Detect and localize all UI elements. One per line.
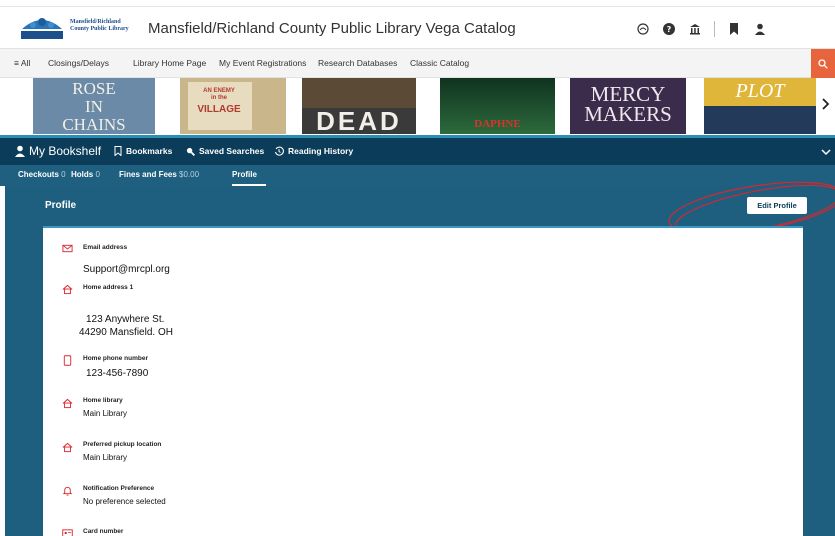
book-cover[interactable]: AN ENEMY in the VILLAGE (180, 78, 286, 134)
book-cover[interactable]: MERCY MAKERS (570, 78, 686, 134)
chevron-down-icon[interactable] (821, 147, 831, 157)
tab-reading-history[interactable]: Reading History (274, 146, 353, 156)
bookshelf-bar: My Bookshelf Bookmarks Saved Searches Re… (0, 135, 835, 165)
nav-item-classic-catalog[interactable]: Classic Catalog (410, 58, 469, 68)
id-card-icon (62, 529, 73, 536)
profile-heading: Profile (45, 200, 77, 211)
featured-carousel: ROSE IN CHAINS AN ENEMY in the VILLAGE DEAD… (0, 78, 835, 134)
language-icon[interactable] (636, 22, 650, 36)
bookshelf-subtabs: Checkouts 0 Holds 0 Fines and Fees $0.00… (0, 165, 835, 186)
nav-item-event-registrations[interactable]: My Event Registrations (219, 58, 306, 68)
bookshelf-title: My Bookshelf (29, 144, 102, 158)
book-cover[interactable]: DEAD (302, 78, 416, 134)
book-cover[interactable]: ROSE IN CHAINS (33, 78, 155, 134)
tab-holds[interactable]: Holds 0 (71, 170, 100, 179)
search-icon (818, 59, 828, 69)
user-icon[interactable] (753, 22, 767, 36)
my-bookshelf-toggle[interactable]: My Bookshelf (14, 144, 101, 158)
nav-item-library-home[interactable]: Library Home Page (133, 58, 206, 68)
nav-all-menu[interactable]: ≡ All (14, 58, 30, 68)
main-nav: ≡ All Closings/Delays Library Home Page … (0, 48, 835, 79)
carousel-next-button[interactable] (821, 96, 831, 112)
search-button[interactable] (811, 49, 835, 79)
profile-panel: Profile Edit Profile Email address Suppo… (5, 181, 835, 536)
tab-checkouts[interactable]: Checkouts 0 (18, 170, 66, 179)
library-logo[interactable] (18, 15, 66, 41)
home-icon (62, 398, 73, 409)
home-icon (62, 442, 73, 453)
search-icon (186, 147, 195, 156)
nav-item-closings[interactable]: Closings/Delays (48, 58, 109, 68)
bell-icon (62, 486, 73, 496)
profile-card: Email address Support@mrcpl.org Home add… (43, 226, 803, 536)
home-icon (62, 284, 73, 295)
tab-bookmarks[interactable]: Bookmarks (114, 146, 172, 156)
edit-profile-button[interactable]: Edit Profile (747, 197, 807, 214)
logo-text: Mansfield/Richland County Public Library (70, 19, 129, 32)
email-icon (62, 244, 73, 253)
book-cover[interactable]: PLOT (704, 78, 816, 134)
svg-text:?: ? (667, 25, 672, 34)
user-icon (15, 145, 25, 157)
header-icons: ? (636, 21, 779, 37)
book-cover[interactable]: DAPHNE (440, 78, 555, 134)
top-header: Mansfield/Richland County Public Library… (0, 6, 835, 46)
tab-saved-searches[interactable]: Saved Searches (186, 146, 264, 156)
tab-profile[interactable]: Profile (232, 170, 257, 179)
header-divider (714, 21, 715, 37)
phone-icon (63, 355, 72, 366)
history-icon (274, 146, 284, 156)
library-icon[interactable] (688, 22, 702, 36)
nav-item-research-databases[interactable]: Research Databases (318, 58, 397, 68)
bookmark-icon[interactable] (727, 22, 741, 36)
tab-fines-and-fees[interactable]: Fines and Fees $0.00 (119, 170, 199, 179)
app-title: Mansfield/Richland County Public Library… (148, 20, 516, 37)
help-icon[interactable]: ? (662, 22, 676, 36)
chevron-right-icon (822, 98, 830, 110)
bookmark-icon (114, 146, 122, 156)
